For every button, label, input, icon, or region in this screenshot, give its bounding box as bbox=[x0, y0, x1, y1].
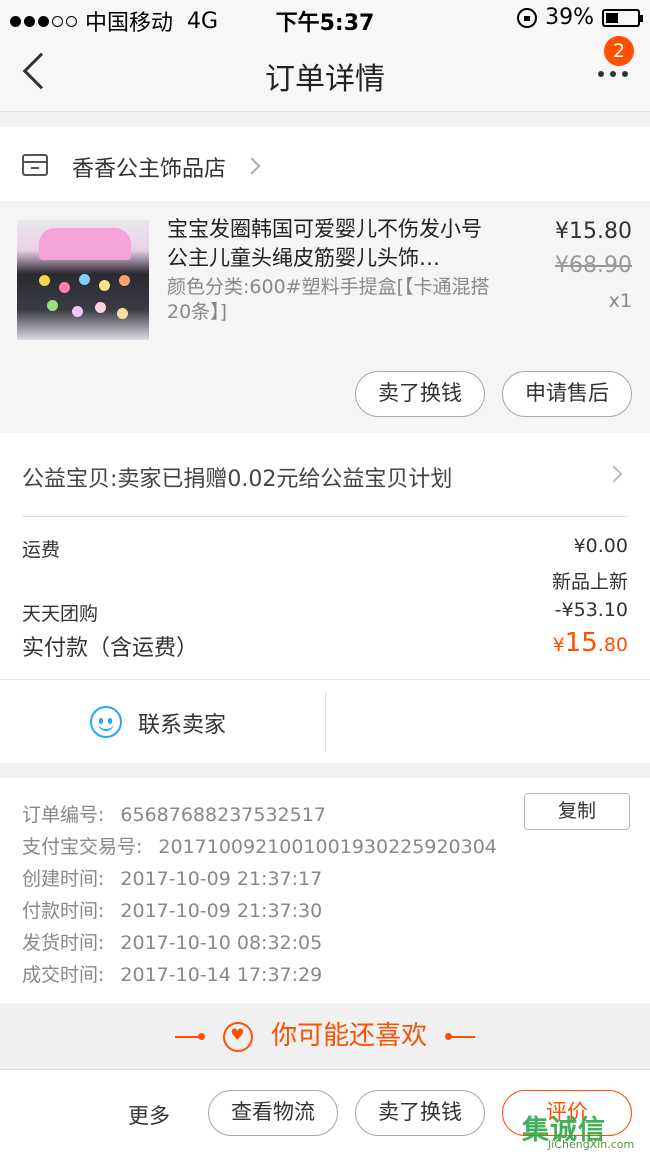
info-value: 2017100921001001930225920304 bbox=[158, 836, 497, 858]
product-quantity: x1 bbox=[608, 290, 632, 312]
info-label: 创建时间: bbox=[22, 868, 105, 890]
more-button[interactable]: 更多 bbox=[128, 1100, 170, 1130]
chevron-right-icon bbox=[243, 157, 261, 175]
info-value: 2017-10-14 17:37:29 bbox=[120, 964, 323, 986]
info-value: 65687688237532517 bbox=[120, 804, 326, 826]
after-sale-button[interactable]: 申请售后 bbox=[502, 371, 632, 417]
recommend-header: 你可能还喜欢 bbox=[0, 1003, 650, 1069]
notification-badge: 2 bbox=[604, 36, 634, 66]
order-info: 复制 订单编号: 65687688237532517 支付宝交易号: 2017100… bbox=[0, 778, 650, 1003]
info-value: 2017-10-09 21:37:30 bbox=[120, 900, 323, 922]
heart-icon bbox=[222, 1021, 253, 1052]
info-label: 付款时间: bbox=[22, 900, 105, 922]
product-title[interactable]: 宝宝发圈韩国可爱婴儿不伤发小号公主儿童头绳皮筋婴儿头饰… bbox=[167, 215, 497, 273]
completed-time-row: 成交时间: 2017-10-14 17:37:29 bbox=[22, 960, 322, 987]
contact-bar: 联系卖家 bbox=[0, 679, 650, 763]
paid-integer: 15 bbox=[564, 628, 598, 658]
chat-smile-icon[interactable] bbox=[90, 706, 122, 738]
paid-time-row: 付款时间: 2017-10-09 21:37:30 bbox=[22, 896, 322, 923]
product-sku: 颜色分类:600#塑料手提盒[【卡通混搭20条】] bbox=[167, 276, 490, 323]
paid-decimal: .80 bbox=[597, 634, 628, 656]
order-number-row: 订单编号: 65687688237532517 bbox=[22, 800, 326, 827]
view-logistics-button[interactable]: 查看物流 bbox=[208, 1090, 338, 1136]
product-price: ¥15.80 bbox=[555, 219, 632, 244]
paid-currency: ¥ bbox=[552, 634, 565, 656]
info-label: 支付宝交易号: bbox=[22, 836, 143, 858]
divider bbox=[325, 692, 326, 752]
shipped-time-row: 发货时间: 2017-10-10 08:32:05 bbox=[22, 928, 322, 955]
shop-name: 香香公主饰品店 bbox=[72, 157, 227, 182]
shop-row[interactable]: 香香公主饰品店 bbox=[0, 127, 650, 203]
info-label: 成交时间: bbox=[22, 964, 105, 986]
more-icon[interactable] bbox=[598, 71, 628, 77]
fee-summary: 运费 ¥0.00 新品上新 天天团购 -¥53.10 实付款（含运费） ¥15.… bbox=[0, 517, 650, 679]
alipay-number-row: 支付宝交易号: 2017100921001001930225920304 bbox=[22, 832, 497, 859]
chevron-right-icon bbox=[605, 465, 623, 483]
watermark: 集诚信 JiChengXin.com bbox=[522, 1108, 644, 1154]
contact-seller-button[interactable]: 联系卖家 bbox=[138, 707, 226, 739]
charity-row[interactable]: 公益宝贝:卖家已捐赠0.02元给公益宝贝计划 bbox=[0, 433, 650, 517]
shipping-value: ¥0.00 bbox=[573, 535, 628, 557]
group-buy-label: 天天团购 bbox=[22, 603, 99, 625]
info-label: 订单编号: bbox=[22, 804, 105, 826]
decor-line bbox=[174, 1032, 205, 1040]
decor-line bbox=[445, 1032, 476, 1040]
shipping-label: 运费 bbox=[22, 539, 61, 561]
sell-button[interactable]: 卖了换钱 bbox=[355, 1090, 485, 1136]
info-value: 2017-10-10 08:32:05 bbox=[120, 932, 323, 954]
battery-percent: 39% bbox=[545, 5, 594, 30]
paid-label: 实付款（含运费） bbox=[22, 636, 199, 661]
page-title: 订单详情 bbox=[265, 62, 385, 97]
charity-text: 公益宝贝:卖家已捐赠0.02元给公益宝贝计划 bbox=[22, 467, 453, 492]
product-thumbnail[interactable] bbox=[17, 220, 149, 340]
copy-button[interactable]: 复制 bbox=[524, 793, 630, 830]
watermark-url: JiChengXin.com bbox=[548, 1138, 635, 1151]
group-buy-value: -¥53.10 bbox=[554, 599, 628, 621]
store-icon bbox=[22, 154, 48, 176]
status-right: 39% bbox=[517, 5, 643, 30]
created-time-row: 创建时间: 2017-10-09 21:37:17 bbox=[22, 864, 322, 891]
nav-bar: 订单详情 2 bbox=[0, 36, 650, 112]
status-bar: 中国移动 4G 下午5:37 39% bbox=[0, 0, 650, 36]
orientation-lock-icon bbox=[517, 7, 538, 28]
info-label: 发货时间: bbox=[22, 932, 105, 954]
product-original-price: ¥68.90 bbox=[555, 253, 632, 278]
sell-button[interactable]: 卖了换钱 bbox=[355, 371, 485, 417]
info-value: 2017-10-09 21:37:17 bbox=[120, 868, 323, 890]
paid-amount: ¥15.80 bbox=[553, 628, 628, 658]
battery-icon bbox=[602, 8, 643, 27]
product-item[interactable]: 宝宝发圈韩国可爱婴儿不伤发小号公主儿童头绳皮筋婴儿头饰… 颜色分类:600#塑料… bbox=[0, 203, 650, 433]
promo-title: 新品上新 bbox=[551, 571, 628, 593]
recommend-title: 你可能还喜欢 bbox=[271, 1021, 428, 1051]
